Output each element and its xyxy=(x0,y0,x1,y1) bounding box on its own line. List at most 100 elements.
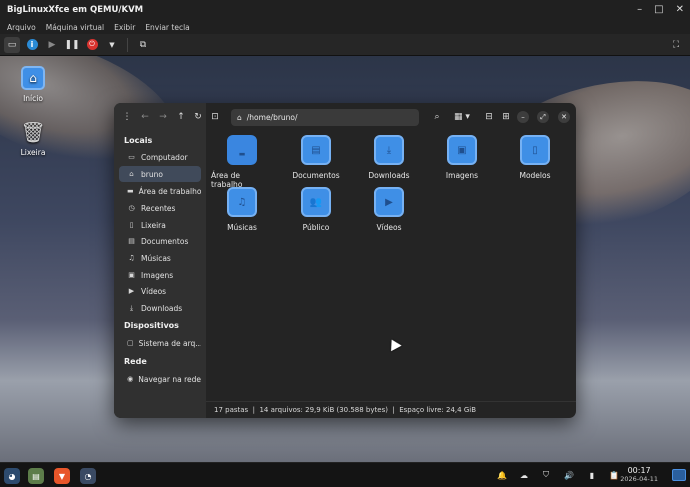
sidebar-item-navegar-na-rede[interactable]: ◉ Navegar na rede xyxy=(119,371,201,387)
menu-button[interactable]: ⋮ xyxy=(120,110,134,124)
zoom-out-button[interactable]: ⊟ xyxy=(482,110,496,124)
sidebar-item-videos[interactable]: ▶ Vídeos xyxy=(119,283,201,299)
back-button[interactable]: ← xyxy=(138,110,152,124)
host-window-title: BigLinuxXfce em QEMU/KVM xyxy=(7,5,144,15)
minimize-icon: – xyxy=(521,113,525,121)
home-icon: ⌂ xyxy=(237,113,242,122)
arrow-up-icon: ↑ xyxy=(177,112,185,122)
sidebar-item-musicas[interactable]: ♫ Músicas xyxy=(119,250,201,266)
snapshots-button[interactable]: ⧉ xyxy=(135,37,151,53)
templates-folder-icon: ▯ xyxy=(520,135,550,165)
forward-button[interactable]: → xyxy=(156,110,170,124)
reload-button[interactable]: ↻ xyxy=(191,110,205,124)
pause-button[interactable]: ❚❚ xyxy=(64,37,80,53)
home-icon: ⌂ xyxy=(129,170,134,178)
monitor-icon: ▭ xyxy=(7,39,17,50)
folder-label: Documentos xyxy=(292,171,340,180)
folder-area-de-trabalho[interactable]: ▬ Área de trabalho xyxy=(211,135,273,189)
show-desktop-button[interactable] xyxy=(672,469,686,481)
sidebar-item-computador[interactable]: ▭ Computador xyxy=(119,149,201,165)
taskbar-clock[interactable]: 00:17 2026-04-11 xyxy=(620,466,658,483)
view-mode-button[interactable]: ▦ ▾ xyxy=(450,110,474,124)
arrow-left-icon: ← xyxy=(141,112,149,122)
snapshot-icon: ⧉ xyxy=(139,39,147,50)
taskbar-settings[interactable]: ◔ xyxy=(80,468,96,484)
folder-label: Público xyxy=(302,223,330,232)
sidebar-item-bruno[interactable]: ⌂ bruno xyxy=(119,166,201,182)
desktop-icon-home[interactable]: ⌂ Início xyxy=(13,66,53,103)
search-icon: ⌕ xyxy=(434,112,440,122)
clock-icon: ◷ xyxy=(128,204,135,212)
tray-volume[interactable]: 🔊 xyxy=(563,469,575,481)
menu-maquina-virtual[interactable]: Máquina virtual xyxy=(46,23,104,32)
desktop-icon: ▬ xyxy=(127,187,134,195)
computer-icon: ▭ xyxy=(128,153,135,161)
zoom-in-button[interactable]: ⊞ xyxy=(499,110,513,124)
host-minimize-button[interactable]: – xyxy=(637,4,642,15)
sidebar-item-documentos[interactable]: ▤ Documentos xyxy=(119,233,201,249)
details-button[interactable]: i xyxy=(24,37,40,53)
sidebar-item-imagens[interactable]: ▣ Imagens xyxy=(119,267,201,283)
host-titlebar: BigLinuxXfce em QEMU/KVM – □ ✕ xyxy=(0,0,690,20)
close-button[interactable]: ✕ xyxy=(558,111,570,123)
sidebar-item-sistema-de-arquivos[interactable]: ▢ Sistema de arq... xyxy=(119,335,201,351)
host-close-button[interactable]: ✕ xyxy=(676,4,684,15)
tray-weather[interactable]: ☁ xyxy=(518,469,530,481)
folder-musicas[interactable]: ♫ Músicas xyxy=(211,187,273,232)
sidebar-item-label: Sistema de arq... xyxy=(138,338,201,348)
shutdown-menu-button[interactable]: ▼ xyxy=(104,37,120,53)
sidebar-item-label: Downloads xyxy=(141,303,183,313)
sidebar-section-locais: Locais xyxy=(124,136,153,145)
folder-documentos[interactable]: ▤ Documentos xyxy=(285,135,347,180)
taskbar-browser[interactable]: ▼ xyxy=(54,468,70,484)
menu-arquivo[interactable]: Arquivo xyxy=(7,23,36,32)
tray-notifications[interactable]: 🔔 xyxy=(496,469,508,481)
folder-publico[interactable]: 👥 Público xyxy=(285,187,347,232)
tray-battery[interactable]: ▮ xyxy=(586,469,598,481)
sidebar-item-area-de-trabalho[interactable]: ▬ Área de trabalho xyxy=(119,183,201,199)
sidebar-item-label: Imagens xyxy=(141,270,174,280)
folder-view: ▬ Área de trabalho ▤ Documentos ⤓ Downlo… xyxy=(206,131,576,401)
info-icon: i xyxy=(26,39,38,50)
public-folder-icon: 👥 xyxy=(301,187,331,217)
sidebar-item-recentes[interactable]: ◷ Recentes xyxy=(119,200,201,216)
folder-downloads[interactable]: ⤓ Downloads xyxy=(358,135,420,180)
folder-imagens[interactable]: ▣ Imagens xyxy=(431,135,493,180)
folder-label: Modelos xyxy=(519,171,551,180)
fullscreen-button[interactable]: ⛶ xyxy=(668,37,684,53)
trash-icon: ▯ xyxy=(129,221,134,229)
folder-videos[interactable]: ▶ Vídeos xyxy=(358,187,420,232)
search-button[interactable]: ⌕ xyxy=(430,110,444,124)
shield-icon: ⛉ xyxy=(543,470,549,479)
location-bar[interactable]: ⌂ /home/bruno/ xyxy=(231,109,419,126)
downloads-folder-icon: ⤓ xyxy=(374,135,404,165)
folder-modelos[interactable]: ▯ Modelos xyxy=(504,135,566,180)
up-button[interactable]: ↑ xyxy=(174,110,188,124)
tray-security[interactable]: ⛉ xyxy=(540,469,552,481)
sidebar-item-lixeira[interactable]: ▯ Lixeira xyxy=(119,217,201,233)
host-maximize-button[interactable]: □ xyxy=(654,4,663,15)
menu-exibir[interactable]: Exibir xyxy=(114,23,135,32)
drive-icon: ▢ xyxy=(127,339,134,347)
guest-desktop: ⌂ Início 🗑 Lixeira ⋮ ← → ↑ ↻ ⊡ ⌂ /home/b… xyxy=(0,56,690,462)
minimize-button[interactable]: – xyxy=(517,111,529,123)
terminal-button[interactable]: ⊡ xyxy=(208,110,222,124)
home-icon: ⌂ xyxy=(21,66,45,90)
taskbar-app-menu[interactable]: ◕ xyxy=(4,468,20,484)
tray-clipboard[interactable]: 📋 xyxy=(608,469,620,481)
desktop-icon-label: Lixeira xyxy=(20,148,46,157)
bell-icon: 🔔 xyxy=(497,470,507,480)
pause-icon: ❚❚ xyxy=(64,39,80,50)
sidebar-item-label: Lixeira xyxy=(141,220,166,230)
console-view-button[interactable]: ▭ xyxy=(4,36,20,53)
desktop-icon-trash[interactable]: 🗑 Lixeira xyxy=(13,120,53,157)
network-icon: ◉ xyxy=(127,375,134,383)
menu-enviar-tecla[interactable]: Enviar tecla xyxy=(145,23,189,32)
run-button[interactable]: ▶ xyxy=(44,37,60,53)
close-icon: ✕ xyxy=(561,113,567,121)
shutdown-button[interactable]: ⏻ xyxy=(84,37,100,53)
maximize-button[interactable]: ⤢ xyxy=(537,111,549,123)
taskbar-files[interactable]: ▤ xyxy=(28,468,44,484)
sidebar-item-downloads[interactable]: ⤓ Downloads xyxy=(119,300,201,316)
file-manager-window: ⋮ ← → ↑ ↻ ⊡ ⌂ /home/bruno/ ⌕ ▦ ▾ ⊟ ⊞ – ⤢… xyxy=(114,103,576,418)
